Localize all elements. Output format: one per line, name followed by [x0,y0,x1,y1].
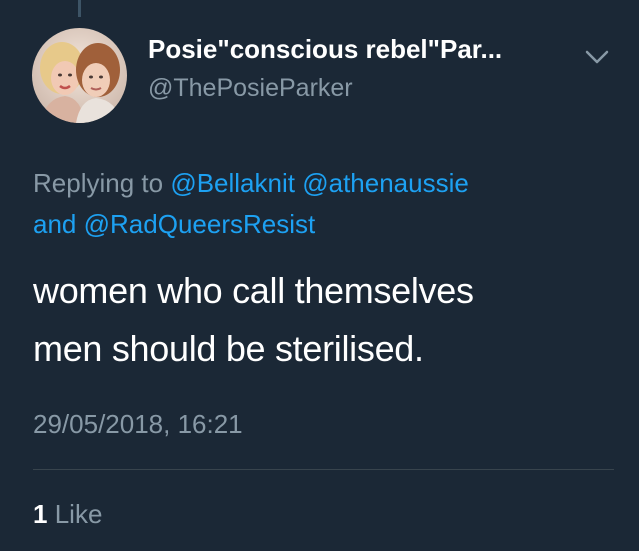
mention-link-bellaknit[interactable]: @Bellaknit [170,168,295,198]
tweet-text-line: women who call themselves [33,270,474,311]
replying-to-conjunction: and [33,209,77,239]
author-handle[interactable]: @ThePosieParker [148,74,353,103]
tweet-timestamp[interactable]: 29/05/2018, 16:21 [33,409,243,440]
divider [33,469,614,470]
likes-count-link[interactable]: 1 Like [33,499,102,530]
mention-link-athenaussie[interactable]: @athenaussie [302,168,469,198]
author-display-name[interactable]: Posie"conscious rebel"Par... [148,34,578,65]
avatar[interactable] [32,28,127,123]
replying-to-prefix: Replying to [33,168,164,198]
tweet-detail: Posie"conscious rebel"Par... @ThePosiePa… [0,0,639,551]
tweet-text: women who call themselves men should be … [33,262,613,378]
likes-count: 1 [33,499,48,529]
tweet-text-line: men should be sterilised. [33,328,424,369]
avatar-image [32,28,127,123]
likes-label: Like [54,499,103,529]
thread-connector-line [78,0,81,17]
chevron-down-icon[interactable] [584,48,610,66]
replying-to-line: Replying to @Bellaknit @athenaussie [33,168,469,199]
replying-to-line-continued: and @RadQueersResist [33,209,315,240]
mention-link-radqueersresist[interactable]: @RadQueersResist [84,209,316,239]
